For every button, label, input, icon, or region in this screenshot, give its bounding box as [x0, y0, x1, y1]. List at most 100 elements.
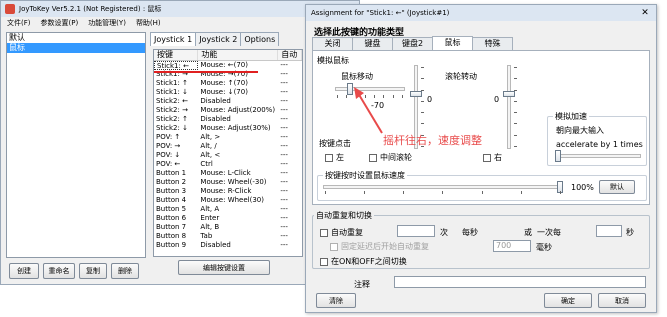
table-row[interactable]: Button 7 Alt, B --- — [154, 223, 302, 232]
delete-button[interactable]: 删除 — [111, 263, 139, 279]
tab-keyboard[interactable]: 键盘 — [352, 37, 393, 50]
function-cell: Mouse: Wheel(-30) — [200, 178, 267, 186]
table-row[interactable]: Stick2: → Mouse: Adjust(200%) --- — [154, 106, 302, 115]
edit-assignment-button[interactable]: 编辑按键设置 — [178, 260, 270, 275]
delay-input[interactable]: 700 — [493, 240, 531, 252]
table-row[interactable]: Stick2: ↑ Disabled --- — [154, 115, 302, 124]
config-item-mouse[interactable]: 鼠标 — [7, 43, 145, 53]
table-row[interactable]: Stick2: ← Disabled --- — [154, 97, 302, 106]
key-cell: Button 6 — [156, 214, 187, 222]
tab-options[interactable]: Options — [240, 32, 280, 46]
key-cell: POV: ← — [156, 160, 181, 168]
key-cell: Button 5 — [156, 205, 187, 213]
menu-help[interactable]: 帮助(H) — [136, 18, 161, 28]
table-row[interactable]: POV: ← Ctrl --- — [154, 160, 302, 169]
auto-repeat-label: 自动重复 — [331, 228, 363, 237]
clear-button[interactable]: 清除 — [316, 293, 356, 308]
table-row[interactable]: Stick1: ← Mouse: ←(70) --- — [154, 61, 302, 70]
key-cell: POV: ↑ — [156, 133, 181, 141]
key-cell: Button 7 — [156, 223, 187, 231]
left-click-label: 左 — [336, 153, 344, 162]
column-header-function[interactable]: 功能 — [198, 50, 279, 60]
table-row[interactable]: Stick2: ↓ Mouse: Adjust(30%) --- — [154, 124, 302, 133]
comment-label: 注释 — [354, 280, 370, 289]
table-row[interactable]: POV: → Alt, / --- — [154, 142, 302, 151]
middle-click-box[interactable] — [369, 153, 377, 162]
table-row[interactable]: Button 2 Mouse: Wheel(-30) --- — [154, 178, 302, 187]
accel-text-2: accelerate by 1 times — [556, 140, 643, 149]
auto-cell: --- — [280, 106, 288, 114]
tab-joystick-2[interactable]: Joystick 2 — [195, 32, 242, 46]
tab-disabled[interactable]: 关闭 — [312, 37, 353, 50]
default-speed-button[interactable]: 默认 — [599, 180, 635, 194]
assignment-table[interactable]: 按键 功能 自动 Stick1: ← Mouse: ←(70) --- Stick1:… — [153, 49, 303, 257]
accel-slider-thumb[interactable] — [555, 150, 561, 162]
ms-label: 毫秒 — [536, 243, 552, 252]
config-button-row: 创建 重命名 复制 删除 — [9, 263, 139, 279]
function-cell: Alt, < — [200, 151, 221, 159]
menu-file[interactable]: 文件(F) — [7, 18, 31, 28]
table-row[interactable]: POV: ↓ Alt, < --- — [154, 151, 302, 160]
right-click-label: 右 — [494, 153, 502, 162]
table-row[interactable]: Stick1: ↓ Mouse: ↓(70) --- — [154, 88, 302, 97]
table-row[interactable]: Stick1: ↑ Mouse: ↑(70) --- — [154, 79, 302, 88]
repeat-times-input[interactable] — [397, 225, 435, 237]
function-cell: Mouse: R-Click — [200, 187, 252, 195]
copy-button[interactable]: 复制 — [79, 263, 107, 279]
tab-keyboard2[interactable]: 键盘2 — [392, 37, 433, 50]
toggle-onoff-box[interactable] — [320, 257, 328, 266]
create-button[interactable]: 创建 — [9, 263, 39, 279]
menu-function-manage[interactable]: 功能管理(Y) — [88, 18, 126, 28]
config-list[interactable]: 默认 鼠标 — [6, 32, 146, 258]
rename-button[interactable]: 重命名 — [43, 263, 75, 279]
auto-cell: --- — [280, 187, 288, 195]
menu-preferences[interactable]: 参数设置(P) — [41, 18, 79, 28]
table-row[interactable]: Button 1 Mouse: L-Click --- — [154, 169, 302, 178]
key-cell: Button 9 — [156, 241, 187, 249]
cancel-button[interactable]: 取消 — [598, 293, 646, 308]
function-cell: Tab — [200, 232, 213, 240]
toggle-onoff-checkbox[interactable]: 在ON和OFF之间切换 — [320, 256, 407, 267]
speed-group-label: 按键按时设置鼠标速度 — [323, 170, 407, 181]
speed-slider-track[interactable] — [323, 185, 563, 189]
auto-repeat-checkbox[interactable]: 自动重复 — [320, 227, 363, 238]
auto-cell: --- — [280, 115, 288, 123]
comment-input[interactable] — [394, 276, 646, 288]
left-click-box[interactable] — [325, 153, 333, 162]
table-row[interactable]: Button 3 Mouse: R-Click --- — [154, 187, 302, 196]
times-label: 次 — [440, 228, 448, 237]
ok-button[interactable]: 确定 — [544, 293, 592, 308]
auto-cell: --- — [280, 178, 288, 186]
seconds-input[interactable] — [596, 225, 622, 237]
tab-mouse[interactable]: 鼠标 — [432, 36, 473, 50]
table-row[interactable]: Button 9 Disabled --- — [154, 241, 302, 250]
column-header-auto[interactable]: 自动 — [278, 50, 302, 60]
wheel-value: 0 — [494, 95, 500, 104]
tab-joystick-1[interactable]: Joystick 1 — [150, 32, 197, 46]
tab-special[interactable]: 特殊 — [472, 37, 513, 50]
column-header-key[interactable]: 按键 — [154, 50, 199, 60]
key-cell: Stick2: → — [156, 106, 188, 114]
wheel-ticks — [514, 67, 517, 147]
table-row[interactable]: Button 6 Enter --- — [154, 214, 302, 223]
table-row[interactable]: Button 4 Mouse: Wheel(30) --- — [154, 196, 302, 205]
close-icon[interactable]: ✕ — [640, 8, 650, 18]
joystick-tabs: Joystick 1 Joystick 2 Options — [150, 32, 280, 46]
middle-click-label: 中间滚轮 — [380, 153, 412, 162]
config-item-default[interactable]: 默认 — [7, 33, 145, 43]
fixed-delay-checkbox[interactable]: 固定延迟后开始自动重复 — [330, 241, 429, 252]
right-click-box[interactable] — [483, 153, 491, 162]
fixed-delay-box[interactable] — [330, 242, 338, 251]
auto-repeat-box[interactable] — [320, 228, 328, 237]
wheel-slider-track[interactable] — [507, 65, 511, 149]
middle-click-checkbox[interactable]: 中间滚轮 — [369, 152, 412, 163]
toggle-onoff-label: 在ON和OFF之间切换 — [331, 257, 407, 266]
function-cell: Mouse: Wheel(30) — [200, 196, 264, 204]
auto-cell: --- — [280, 61, 288, 69]
table-row[interactable]: Button 5 Alt, A --- — [154, 205, 302, 214]
left-click-checkbox[interactable]: 左 — [325, 152, 344, 163]
right-click-checkbox[interactable]: 右 — [483, 152, 502, 163]
accel-slider-track[interactable] — [555, 154, 641, 158]
table-row[interactable]: Button 8 Tab --- — [154, 232, 302, 241]
table-row[interactable]: POV: ↑ Alt, > --- — [154, 133, 302, 142]
